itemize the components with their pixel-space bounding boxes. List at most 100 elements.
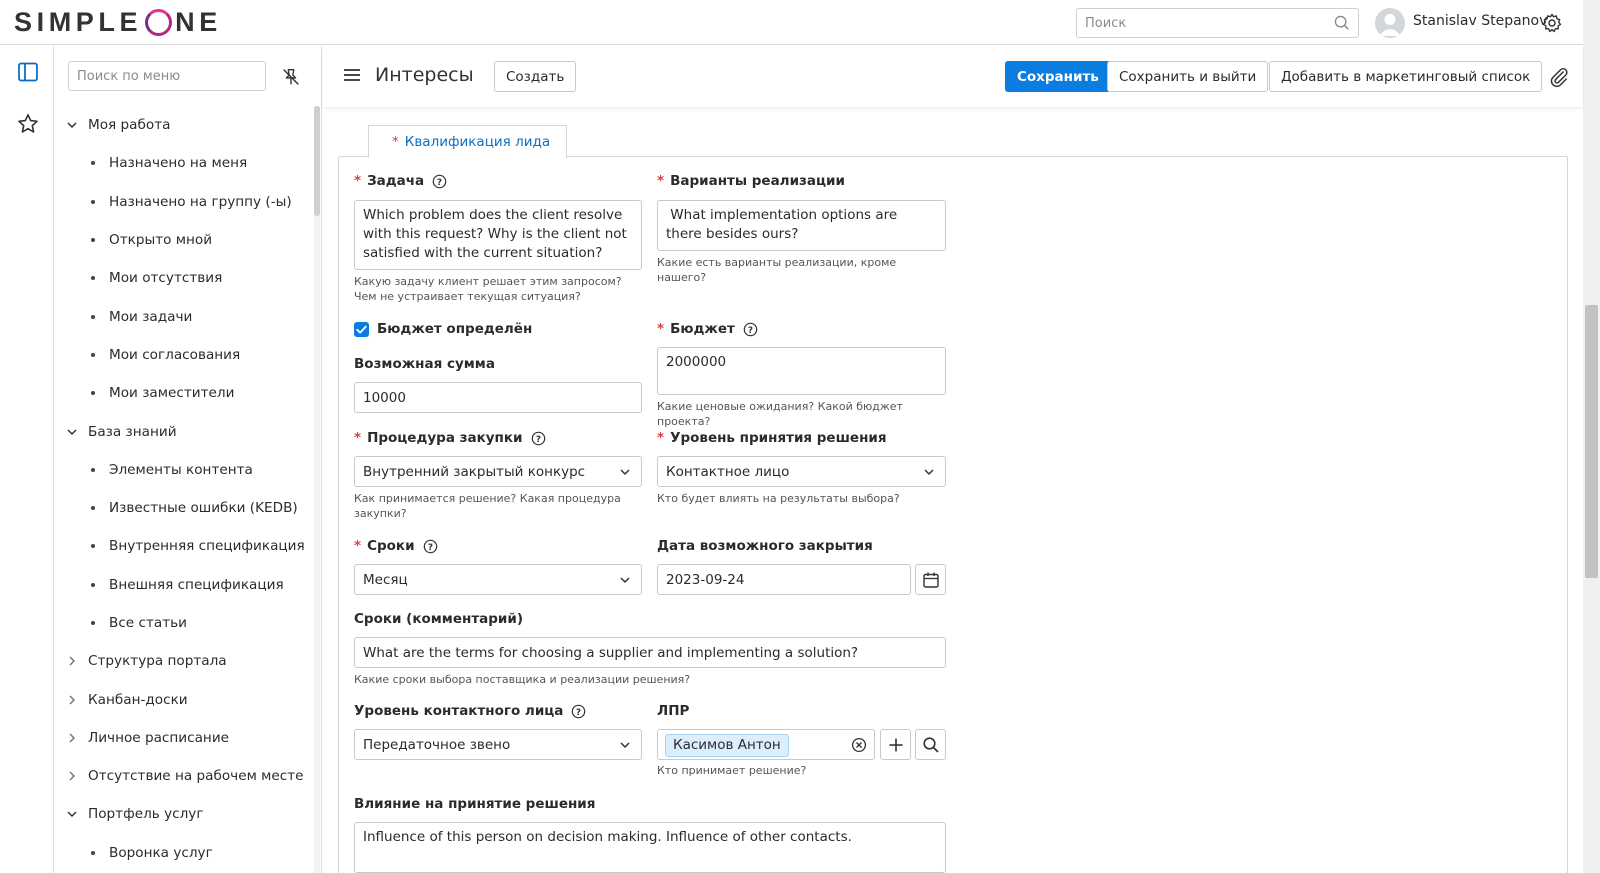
- save-button[interactable]: Сохранить: [1005, 61, 1111, 92]
- sidebar-item-label: Мои отсутствия: [109, 270, 223, 287]
- sidebar-item[interactable]: Элементы контента: [54, 451, 310, 489]
- lpr-search-button[interactable]: [915, 729, 946, 760]
- bullet-icon: [91, 544, 95, 549]
- sidebar-group[interactable]: Портфель услуг: [54, 795, 310, 833]
- sidebar-item-label: Элементы контента: [109, 461, 253, 478]
- menu-search-input[interactable]: [68, 61, 266, 91]
- influence-textarea[interactable]: Influence of this person on decision mak…: [354, 822, 946, 873]
- left-rail: [0, 46, 54, 873]
- sidebar-group[interactable]: Отсутствие на рабочем месте: [54, 757, 310, 795]
- help-icon[interactable]: ?: [432, 174, 447, 189]
- sidebar-item[interactable]: Мои задачи: [54, 297, 310, 335]
- procurement-hint: Как принимается решение? Какая процедура…: [354, 492, 621, 520]
- chevron-down-icon: [620, 742, 630, 749]
- sidebar-item-label: Все статьи: [109, 615, 187, 631]
- chevron-right-icon[interactable]: [64, 730, 80, 746]
- decision-level-select[interactable]: Контактное лицо: [657, 456, 946, 487]
- chevron-down-icon[interactable]: [64, 117, 80, 133]
- unpin-icon[interactable]: [280, 66, 302, 88]
- bullet-icon: [91, 276, 95, 281]
- sidebar-group[interactable]: Личное расписание: [54, 719, 310, 757]
- hamburger-menu-icon[interactable]: [343, 66, 361, 84]
- procurement-select[interactable]: Внутренний закрытый конкурс: [354, 456, 642, 487]
- sidebar-item[interactable]: Открыто мной: [54, 221, 310, 259]
- lpr-reference-field[interactable]: Касимов Антон: [657, 729, 875, 760]
- help-icon[interactable]: ?: [743, 322, 758, 337]
- chevron-down-icon[interactable]: [64, 424, 80, 440]
- sidebar-group[interactable]: База знаний: [54, 412, 310, 450]
- page-scrollbar[interactable]: [1583, 0, 1600, 873]
- chevron-down-icon: [620, 577, 630, 584]
- user-name[interactable]: Stanislav Stepanov: [1413, 13, 1547, 29]
- chevron-down-icon: [620, 469, 630, 476]
- attachment-paperclip-icon[interactable]: [1548, 66, 1570, 88]
- save-and-exit-button[interactable]: Сохранить и выйти: [1107, 61, 1269, 92]
- possible-sum-input[interactable]: 10000: [354, 382, 642, 413]
- sidebar-item[interactable]: Известные ошибки (KEDB): [54, 489, 310, 527]
- calendar-button[interactable]: [915, 564, 946, 595]
- svg-text:?: ?: [576, 707, 581, 717]
- options-textarea[interactable]: What implementation options are there be…: [657, 200, 946, 251]
- help-icon[interactable]: ?: [571, 704, 586, 719]
- svg-text:?: ?: [437, 177, 442, 187]
- sidebar-item-label: Воронка услуг: [109, 844, 213, 861]
- page-title: Интересы: [375, 64, 474, 86]
- sidebar-item[interactable]: Назначено на группу (-ы): [54, 183, 310, 221]
- sidebar-item-label: Личное расписание: [88, 729, 230, 746]
- logo-o-icon: [145, 8, 173, 36]
- lpr-add-button[interactable]: [880, 729, 911, 760]
- logo-text-left: SIMPLE: [14, 6, 143, 37]
- influence-label: Влияние на принятие решения: [354, 796, 596, 812]
- check-icon: [356, 325, 367, 334]
- sidebar-item[interactable]: Мои согласования: [54, 336, 310, 374]
- contact-level-value: Передаточное звено: [363, 737, 511, 753]
- sidebar-item[interactable]: Все статьи: [54, 604, 310, 642]
- global-search-input[interactable]: [1076, 8, 1359, 38]
- sidebar-item-label: Мои заместители: [109, 385, 235, 402]
- sidebar-item[interactable]: Мои заместители: [54, 374, 310, 412]
- sidebar-item-label: Открыто мной: [109, 232, 213, 249]
- sidebar-scrollbar[interactable]: [314, 106, 320, 873]
- close-date-input[interactable]: 2023-09-24: [657, 564, 911, 595]
- bullet-icon: [91, 850, 95, 855]
- task-textarea[interactable]: Which problem does the client resolve wi…: [354, 200, 642, 270]
- sidebar-group[interactable]: Моя работа: [54, 106, 310, 144]
- chevron-right-icon[interactable]: [64, 692, 80, 708]
- record-header: Интересы Создать Сохранить Сохранить и в…: [323, 46, 1583, 107]
- chevron-down-icon[interactable]: [64, 806, 80, 822]
- sidebar-toggle-icon[interactable]: [16, 60, 40, 84]
- lpr-tag[interactable]: Касимов Антон: [665, 734, 789, 757]
- tab-lead-qualification[interactable]: * Квалификация лида: [368, 125, 567, 158]
- help-icon[interactable]: ?: [423, 539, 438, 554]
- contact-level-select[interactable]: Передаточное звено: [354, 729, 642, 760]
- terms-comment-input[interactable]: What are the terms for choosing a suppli…: [354, 637, 946, 668]
- budget-textarea[interactable]: 2000000: [657, 347, 946, 395]
- simpleone-logo[interactable]: SIMPLE NE: [14, 6, 222, 38]
- procurement-label: * Процедура закупки?: [354, 430, 546, 446]
- sidebar-item-label: Канбан-доски: [88, 691, 188, 708]
- budget-defined-checkbox[interactable]: [354, 322, 369, 337]
- sidebar-item[interactable]: Внутренняя спецификация: [54, 527, 310, 565]
- gear-icon[interactable]: [1541, 12, 1563, 34]
- sidebar-scrollbar-thumb[interactable]: [314, 106, 320, 216]
- sidebar-item-label: Мои согласования: [109, 346, 241, 363]
- chevron-right-icon[interactable]: [64, 768, 80, 784]
- add-to-marketing-list-button[interactable]: Добавить в маркетинговый список: [1269, 61, 1543, 92]
- user-avatar[interactable]: [1375, 8, 1405, 38]
- create-button[interactable]: Создать: [494, 61, 577, 92]
- sidebar-item[interactable]: Воронка услуг: [54, 834, 310, 872]
- help-icon[interactable]: ?: [531, 431, 546, 446]
- page-scrollbar-thumb[interactable]: [1585, 305, 1598, 578]
- sidebar-group[interactable]: Канбан-доски: [54, 680, 310, 718]
- search-icon[interactable]: [1333, 14, 1351, 32]
- sidebar-item[interactable]: Мои отсутствия: [54, 259, 310, 297]
- clear-icon[interactable]: [851, 737, 867, 753]
- decision-level-hint: Кто будет влиять на результаты выбора?: [657, 492, 900, 505]
- sidebar-item[interactable]: Назначено на меня: [54, 144, 310, 182]
- favorites-star-icon[interactable]: [16, 112, 40, 136]
- chevron-right-icon[interactable]: [64, 653, 80, 669]
- sidebar-item[interactable]: Внешняя спецификация: [54, 566, 310, 604]
- budget-defined-label[interactable]: Бюджет определён: [377, 321, 532, 337]
- terms-select[interactable]: Месяц: [354, 564, 642, 595]
- sidebar-group[interactable]: Структура портала: [54, 642, 310, 680]
